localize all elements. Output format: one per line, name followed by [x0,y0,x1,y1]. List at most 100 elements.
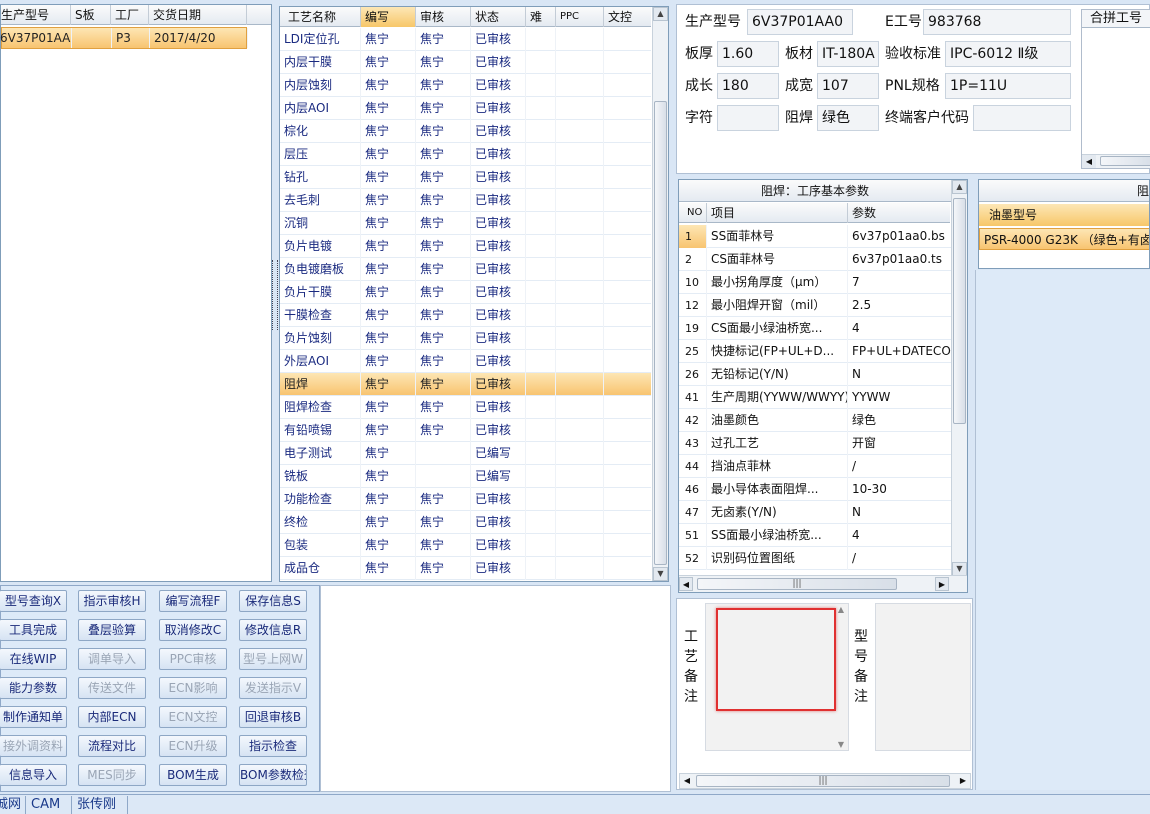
action-button[interactable]: 修改信息R [239,619,307,641]
action-button[interactable]: 叠层验算 [78,619,146,641]
process-row[interactable]: 负片干膜 焦宁 焦宁 已审核 [280,281,653,304]
param-row[interactable]: 10 最小拐角厚度（μm） 7 [679,271,952,294]
col-s-board[interactable]: S板 [71,5,111,25]
col-value[interactable]: 参数 [848,203,952,223]
notes-scroll-left-icon[interactable]: ◀ [680,774,694,788]
action-button[interactable]: MES同步 [78,764,146,786]
action-button[interactable]: 流程对比 [78,735,146,757]
action-button[interactable]: 指示审核H [78,590,146,612]
action-button[interactable]: 传送文件 [78,677,146,699]
action-button[interactable]: 保存信息S [239,590,307,612]
params-scroll-thumb[interactable] [953,198,966,424]
param-row[interactable]: 46 最小导体表面阻焊... 10-30 [679,478,952,501]
action-button[interactable]: 工具完成 [0,619,67,641]
action-button[interactable]: 型号上网W [239,648,307,670]
width-field[interactable]: 107 [817,73,879,99]
action-button[interactable]: BOM生成 [159,764,227,786]
action-button[interactable]: 回退审核B [239,706,307,728]
action-button[interactable]: 发送指示V [239,677,307,699]
params-vscroll[interactable]: ▲ ▼ [951,180,967,576]
col-ppc[interactable]: PPC [556,7,604,27]
material-field[interactable]: IT-180A [817,41,879,67]
process-row[interactable]: 外层AOI 焦宁 焦宁 已审核 [280,350,653,373]
param-row[interactable]: 25快捷标记(FP+UL+D...FP+UL+DATECODE [679,340,952,363]
process-row[interactable]: 棕化 焦宁 焦宁 已审核 [280,120,653,143]
process-row[interactable]: 包装 焦宁 焦宁 已审核 [280,534,653,557]
col-doc-control[interactable]: 文控 [604,7,653,27]
process-row[interactable]: 内层蚀刻 焦宁 焦宁 已审核 [280,74,653,97]
customer-field[interactable] [973,105,1071,131]
process-row[interactable]: 阻焊检查 焦宁 焦宁 已审核 [280,396,653,419]
param-row[interactable]: 42 油墨颜色 绿色 [679,409,952,432]
merge-list[interactable]: 合拼工号 ◀ [1081,9,1150,169]
param-row[interactable]: 12 最小阻焊开窗（mil） 2.5 [679,294,952,317]
action-button[interactable]: 在线WIP [0,648,67,670]
params-scroll-down-icon[interactable]: ▼ [952,562,967,576]
accept-field[interactable]: IPC-6012 Ⅱ级 [945,41,1071,67]
process-row[interactable]: 成品仓 焦宁 焦宁 已审核 [280,557,653,580]
process-row[interactable]: 负电镀磨板 焦宁 焦宁 已审核 [280,258,653,281]
process-note-scroll[interactable]: ▲ ▼ [835,605,847,749]
param-row[interactable]: 47 无卤素(Y/N) N [679,501,952,524]
col-model[interactable]: 生产型号 [0,5,71,25]
ink-value[interactable]: PSR-4000 G23K （绿色+有卤 [979,228,1149,250]
process-row[interactable]: 内层干膜 焦宁 焦宁 已审核 [280,51,653,74]
scroll-down-icon[interactable]: ▼ [653,567,668,581]
notes-scroll-right-icon[interactable]: ▶ [956,774,970,788]
params-scroll-right-icon[interactable]: ▶ [935,577,949,591]
process-row[interactable]: 功能检查 焦宁 焦宁 已审核 [280,488,653,511]
notes-hscroll[interactable]: ◀ ||| ▶ [679,773,971,789]
action-button[interactable]: 能力参数 [0,677,67,699]
param-row[interactable]: 41 生产周期(YYWW/WWYY) YYWW [679,386,952,409]
e-field[interactable]: 983768 [923,9,1071,35]
action-button[interactable]: 取消修改C [159,619,227,641]
action-button[interactable]: 指示检查 [239,735,307,757]
param-row[interactable]: 44 挡油点菲林 / [679,455,952,478]
param-row[interactable]: 51 SS面最小绿油桥宽... 4 [679,524,952,547]
param-row[interactable]: 52 识别码位置图纸 / [679,547,952,570]
col-item[interactable]: 项目 [707,203,848,223]
process-row[interactable]: 内层AOI 焦宁 焦宁 已审核 [280,97,653,120]
col-no[interactable]: NO [679,203,707,223]
process-row[interactable]: 沉铜 焦宁 焦宁 已审核 [280,212,653,235]
process-row[interactable]: 阻焊 焦宁 焦宁 已审核 [280,373,653,396]
process-row[interactable]: 去毛刺 焦宁 焦宁 已审核 [280,189,653,212]
action-button[interactable]: ECN影响 [159,677,227,699]
notes-hthumb[interactable]: ||| [696,775,950,787]
col-writer[interactable]: 编写 [361,7,416,27]
note-scroll-down-icon[interactable]: ▼ [835,740,847,749]
process-row[interactable]: 有铅喷锡 焦宁 焦宁 已审核 [280,419,653,442]
thickness-field[interactable]: 1.60 [717,41,779,67]
process-row[interactable]: LDI定位孔 焦宁 焦宁 已审核 [280,28,653,51]
action-button[interactable]: 接外调资料 [0,735,67,757]
process-row[interactable]: 层压 焦宁 焦宁 已审核 [280,143,653,166]
action-button[interactable]: 调单导入 [78,648,146,670]
process-row[interactable]: 终检 焦宁 焦宁 已审核 [280,511,653,534]
col-process-name[interactable]: 工艺名称 [280,7,361,27]
note-scroll-up-icon[interactable]: ▲ [835,605,847,614]
process-row[interactable]: 干膜检查 焦宁 焦宁 已审核 [280,304,653,327]
scroll-thumb[interactable] [654,101,667,565]
col-status[interactable]: 状态 [471,7,526,27]
process-row[interactable]: 钻孔 焦宁 焦宁 已审核 [280,166,653,189]
action-button[interactable]: 信息导入 [0,764,67,786]
action-button[interactable]: ECN升级 [159,735,227,757]
process-vscroll[interactable]: ▲ ▼ [652,7,668,581]
mask-field[interactable]: 绿色 [817,105,879,131]
process-row[interactable]: 负片蚀刻 焦宁 焦宁 已审核 [280,327,653,350]
params-scroll-left-icon[interactable]: ◀ [679,577,693,591]
merge-hthumb[interactable] [1100,156,1150,166]
param-row[interactable]: 2 CS面菲林号 6v37p01aa0.ts [679,248,952,271]
col-date[interactable]: 交货日期 [149,5,247,25]
action-button[interactable]: 制作通知单 [0,706,67,728]
col-merge[interactable]: 合拼工号 [1086,10,1150,28]
col-reviewer[interactable]: 审核 [416,7,471,27]
params-scroll-up-icon[interactable]: ▲ [952,180,967,194]
param-row[interactable]: 26 无铅标记(Y/N) N [679,363,952,386]
action-button[interactable]: ECN文控 [159,706,227,728]
col-ink-model[interactable]: 油墨型号 [979,204,1149,226]
length-field[interactable]: 180 [717,73,779,99]
action-button[interactable]: 编写流程F [159,590,227,612]
char-field[interactable] [717,105,779,131]
action-button[interactable]: BOM参数检查 [239,764,307,786]
